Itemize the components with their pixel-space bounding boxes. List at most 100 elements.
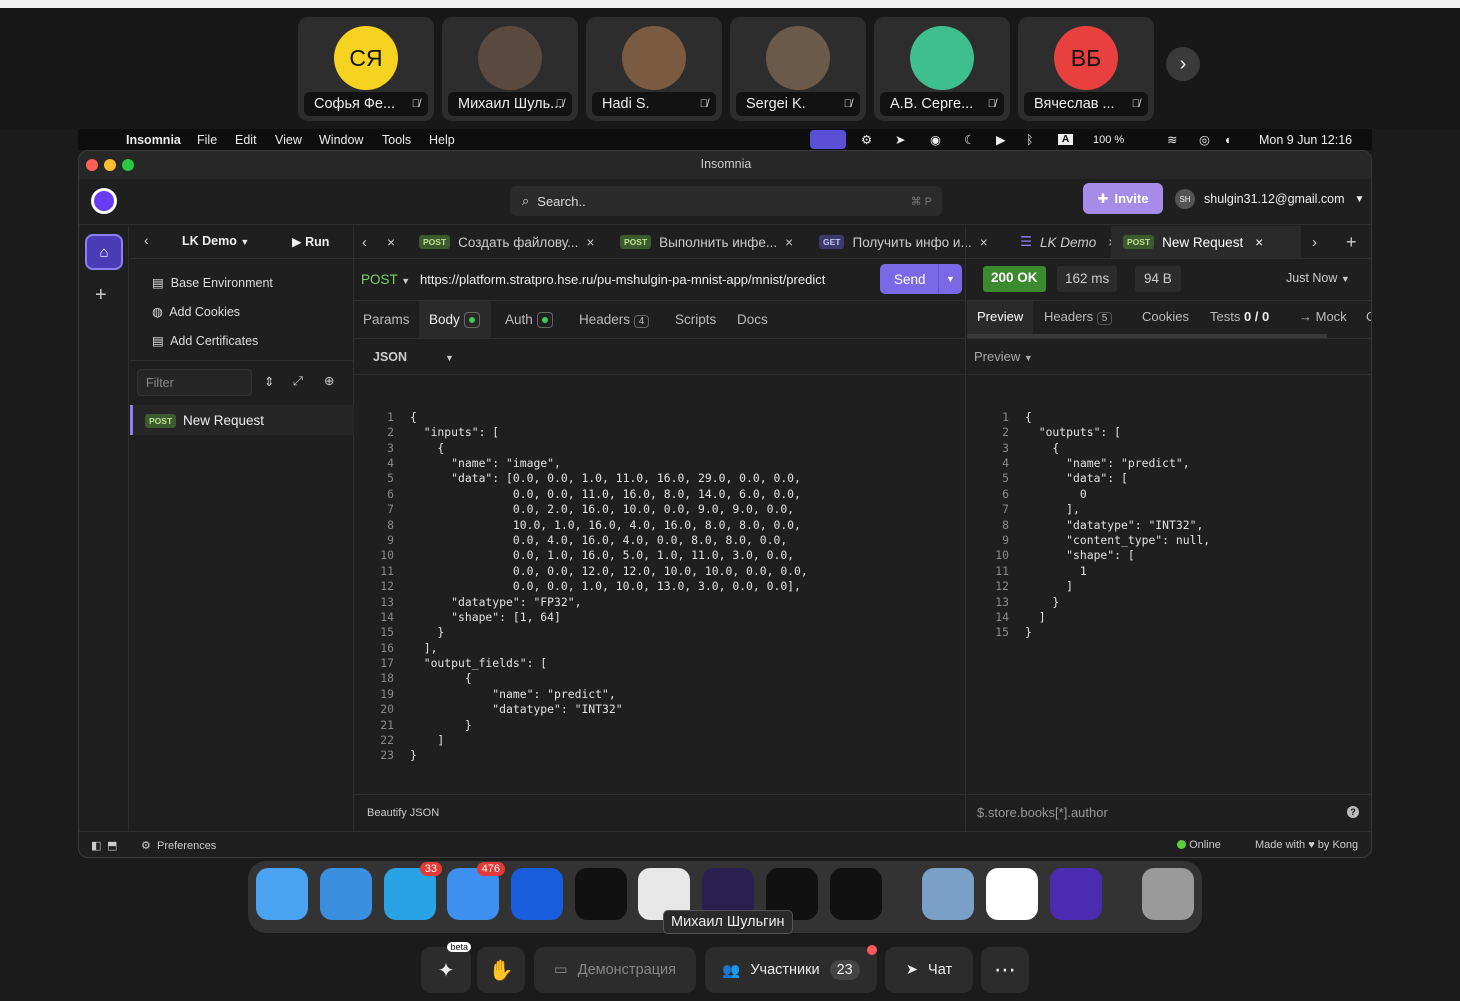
online-indicator[interactable]: Online [1177, 839, 1221, 851]
search-input[interactable]: ⌕ Search.. ⌘ P [510, 186, 942, 216]
minimize-window-button[interactable] [104, 159, 116, 171]
participant-tile[interactable]: А.В. Серге... 🎙̸ [874, 17, 1010, 121]
sidebar-item-cookies[interactable]: ◍ Add Cookies [152, 304, 240, 319]
play-icon[interactable]: ▶ [996, 132, 1006, 147]
zoom-window-button[interactable] [122, 159, 134, 171]
code-line: 11 0.0, 0.0, 12.0, 12.0, 10.0, 10.0, 0.0… [354, 564, 966, 579]
tab-params[interactable]: Params [363, 312, 410, 327]
telegram-icon[interactable]: 33 [384, 862, 442, 920]
tab-body[interactable]: Body [419, 301, 491, 338]
invite-button[interactable]: ✚ Invite [1083, 183, 1163, 214]
tab-tests[interactable]: Tests 0 / 0 [1210, 309, 1269, 324]
toggle-panel-icon[interactable]: ⬒ [107, 839, 117, 852]
wifi-icon[interactable]: ≋ [1167, 132, 1177, 147]
participant-tile[interactable]: СЯ Софья Фе... 🎙̸ [298, 17, 434, 121]
made-with-kong[interactable]: Made with ♥ by Kong [1255, 839, 1358, 851]
more-options-button[interactable]: ⋯ [981, 947, 1029, 993]
url-input[interactable]: https://platform.stratpro.hse.ru/pu-mshu… [420, 272, 825, 287]
account-menu[interactable]: SH shulgin31.12@gmail.com ▼ [1175, 189, 1364, 209]
screen-share-button[interactable]: ▭ Демонстрация [534, 947, 696, 993]
run-button[interactable]: ▶ Run [292, 234, 329, 249]
back-button[interactable]: ‹ [144, 232, 149, 248]
sort-icon[interactable]: ⇕ [264, 374, 274, 389]
collection-switcher[interactable]: LK Demo ▼ [182, 234, 249, 248]
status-icon-b[interactable]: ◉ [930, 132, 941, 147]
menu-view[interactable]: View [275, 133, 302, 147]
add-project-button[interactable]: + [95, 284, 107, 307]
status-icon-a[interactable]: ⚙ [861, 132, 872, 147]
participants-button[interactable]: 👥 Участники 23 [705, 945, 877, 993]
moon-icon[interactable]: ☾ [964, 132, 975, 147]
send-button[interactable]: Send ▼ [880, 264, 962, 294]
code-text: "outputs": [ [1025, 425, 1122, 440]
insomnia-logo-icon[interactable] [91, 188, 117, 214]
tab-cookies[interactable]: Cookies [1142, 309, 1189, 324]
sidebar-item-base-environment[interactable]: ▤ Base Environment [152, 275, 273, 290]
participant-tile[interactable]: Михаил Шуль... 🎙̸ [442, 17, 578, 121]
menu-help[interactable]: Help [429, 133, 455, 147]
tab-mock[interactable]: → Mock [1299, 309, 1347, 324]
menu-window[interactable]: Window [319, 133, 363, 147]
sidebar-request-new-request[interactable]: POST New Request [130, 405, 354, 435]
bitwarden-icon[interactable] [511, 868, 563, 920]
activity-monitor-icon[interactable] [830, 868, 882, 920]
menubar-datetime[interactable]: Mon 9 Jun 12:16 [1259, 133, 1352, 147]
chat-button[interactable]: ➤ Чат [885, 947, 973, 993]
trash-icon[interactable] [1142, 868, 1194, 920]
sidebar-item-certificates[interactable]: ▤ Add Certificates [152, 333, 258, 348]
beautify-json-button[interactable]: Beautify JSON [367, 807, 439, 819]
tab-preview[interactable]: Preview [967, 301, 1033, 334]
tab-docs[interactable]: Docs [737, 312, 768, 327]
help-icon[interactable]: ? [1347, 806, 1359, 818]
user-icon[interactable]: ◎ [1199, 132, 1210, 147]
expand-icon[interactable]: ⤢ [293, 374, 303, 389]
menu-edit[interactable]: Edit [235, 133, 257, 147]
send-options-chevron-icon[interactable]: ▼ [938, 264, 962, 294]
mail-icon[interactable]: 476 [447, 862, 505, 920]
battery-percent[interactable]: 100 % [1093, 134, 1124, 146]
participant-tile[interactable]: Sergei K. 🎙̸ [730, 17, 866, 121]
tab-response-headers[interactable]: Headers 5 [1044, 309, 1113, 325]
keychain-icon[interactable] [986, 868, 1038, 920]
response-filter-input[interactable]: $.store.books[*].author [977, 805, 1108, 820]
safari-icon[interactable] [320, 868, 372, 920]
raise-hand-button[interactable]: ✋ [477, 947, 525, 993]
participant-tile[interactable]: ВБ Вячеслав ... 🎙̸ [1018, 17, 1154, 121]
method-selector[interactable]: POST ▼ [361, 272, 410, 287]
tab-auth[interactable]: Auth [505, 312, 553, 329]
close-window-button[interactable] [86, 159, 98, 171]
preview-icon[interactable] [922, 868, 974, 920]
line-number: 5 [1002, 471, 1009, 486]
tab-overflow[interactable]: C [1366, 309, 1371, 324]
menu-tools[interactable]: Tools [382, 133, 411, 147]
toggle-sidebar-icon[interactable]: ◧ [91, 839, 101, 852]
menu-file[interactable]: File [197, 133, 217, 147]
headers-count-badge: 4 [633, 315, 650, 328]
tab-scripts[interactable]: Scripts [675, 312, 716, 327]
control-center-icon[interactable]: ◐ [1225, 133, 1233, 147]
bluetooth-icon[interactable]: ᛒ [1026, 133, 1034, 147]
preferences-button[interactable]: ⚙ Preferences [141, 839, 216, 852]
ai-assistant-button[interactable]: ✦ beta [421, 942, 471, 993]
finder-icon[interactable] [256, 868, 308, 920]
next-participants-button[interactable]: › [1166, 47, 1200, 81]
menu-app-name[interactable]: Insomnia [126, 133, 181, 147]
code-line: 8 10.0, 1.0, 16.0, 4.0, 16.0, 8.0, 8.0, … [354, 518, 966, 533]
input-source-icon[interactable]: A [1058, 134, 1074, 145]
response-history-selector[interactable]: Just Now ▼ [1286, 271, 1350, 285]
body-format-selector[interactable]: JSON ▼ [373, 350, 454, 364]
preview-mode-selector[interactable]: Preview ▼ [974, 349, 1033, 364]
add-request-icon[interactable]: ⊕ [324, 373, 334, 388]
request-body-editor[interactable]: 1{2 "inputs": [3 {4 "name": "image", 5 "d… [354, 379, 966, 763]
unity-icon[interactable] [575, 868, 627, 920]
insomnia-icon[interactable] [1050, 868, 1102, 920]
code-line: 20 "datatype": "INT32" [354, 702, 966, 717]
screen-record-icon[interactable] [810, 130, 846, 149]
home-button[interactable]: ⌂ [85, 234, 123, 270]
tab-headers[interactable]: Headers 4 [579, 312, 650, 328]
participant-tile[interactable]: Hadi S. 🎙̸ [586, 17, 722, 121]
tabs-scrollbar[interactable] [967, 334, 1327, 338]
filter-input[interactable]: Filter [137, 369, 252, 396]
send-icon[interactable]: ➤ [895, 132, 905, 147]
response-body-viewer[interactable]: 1{2 "outputs": [3 {4 "name": "predict", 5… [967, 379, 1371, 759]
